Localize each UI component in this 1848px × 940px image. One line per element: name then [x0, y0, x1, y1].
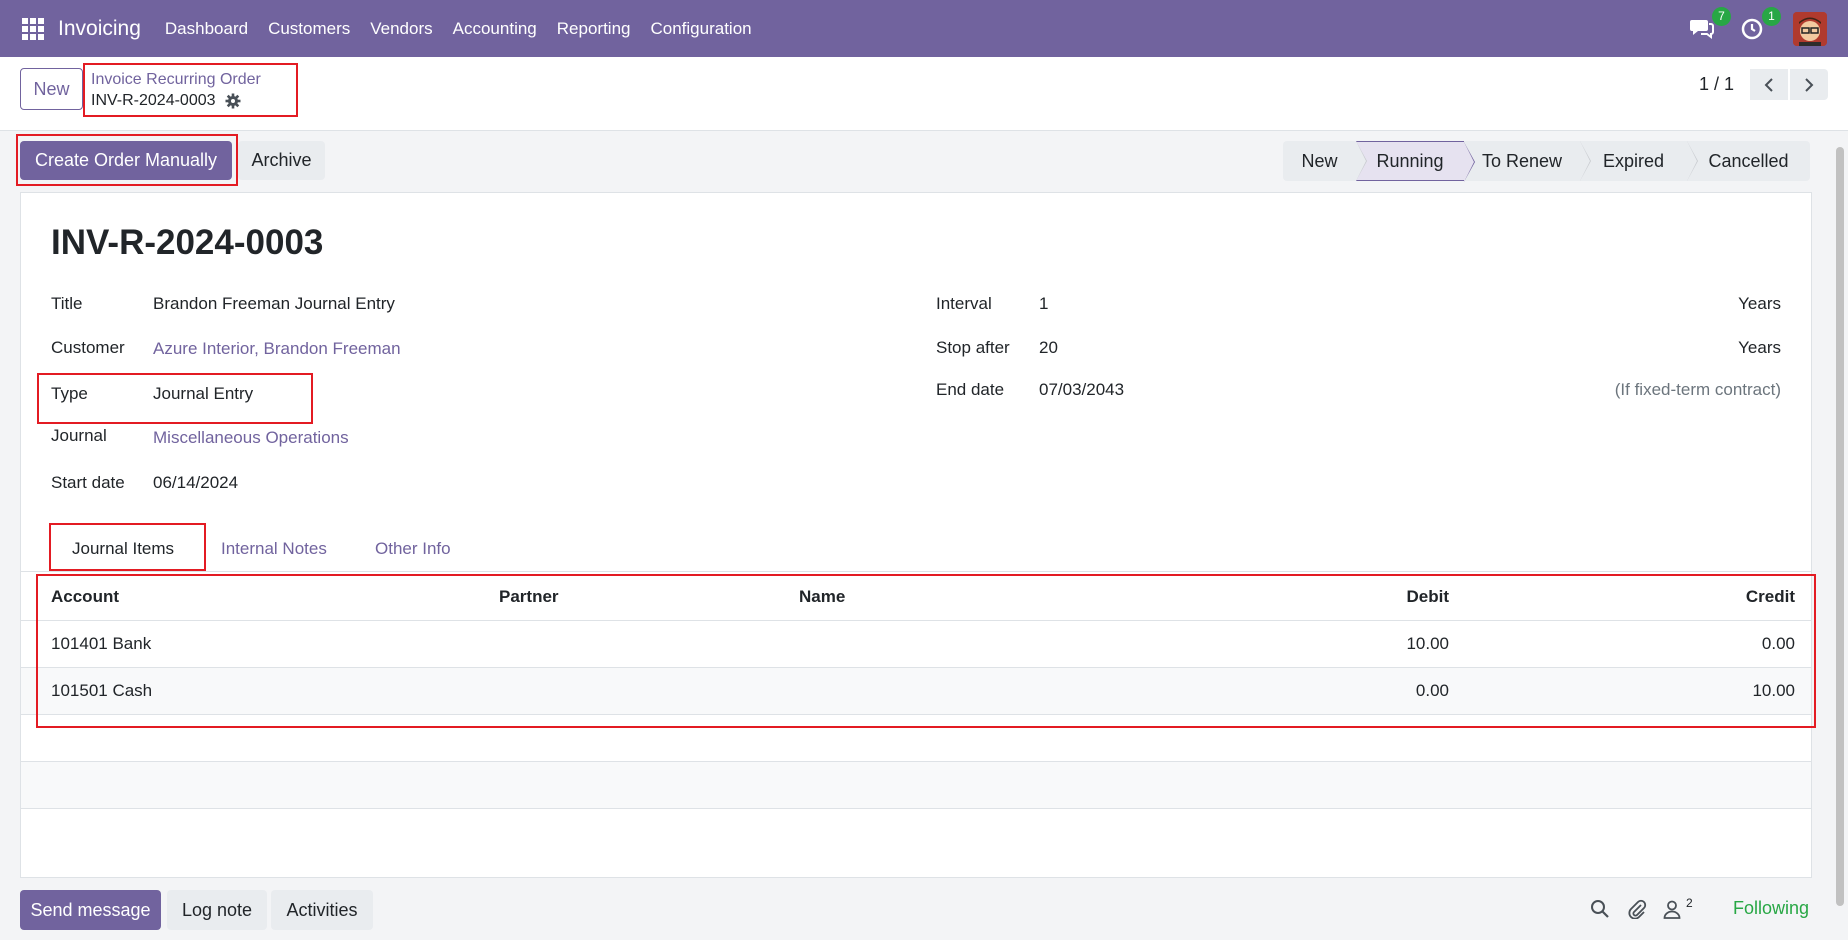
form-sheet: INV-R-2024-0003 Title Brandon Freeman Jo…	[20, 192, 1816, 878]
new-record-button[interactable]: New	[20, 68, 83, 110]
stop-after-label: Stop after	[936, 338, 1010, 357]
app-name[interactable]: Invoicing	[58, 17, 141, 41]
menu-configuration[interactable]: Configuration	[650, 19, 751, 39]
breadcrumb-current: INV-R-2024-0003	[91, 92, 296, 110]
messages-badge: 7	[1712, 6, 1731, 26]
create-order-manually-button[interactable]: Create Order Manually	[20, 141, 232, 180]
journal-items-table-highlight	[36, 574, 1816, 728]
title-label: Title	[51, 294, 83, 313]
page-scrollbar[interactable]	[1832, 131, 1848, 940]
following-button[interactable]: Following	[1733, 898, 1809, 919]
paperclip-icon[interactable]	[1627, 899, 1649, 921]
stage-expired[interactable]: Expired	[1580, 141, 1698, 181]
stage-running-label: Running	[1376, 150, 1444, 171]
followers-count: 2	[1686, 896, 1693, 910]
scrollbar-thumb[interactable]	[1836, 147, 1844, 906]
chevron-left-icon	[1764, 77, 1773, 92]
end-date-label: End date	[936, 380, 1005, 399]
messages-icon[interactable]: 7	[1689, 6, 1731, 43]
title-field[interactable]: Brandon Freeman Journal Entry	[153, 294, 395, 314]
breadcrumb-current-label: INV-R-2024-0003	[91, 92, 216, 109]
stage-new[interactable]: New	[1283, 141, 1367, 181]
end-date-field[interactable]: 07/03/2043	[1039, 380, 1124, 400]
customer-field[interactable]: Azure Interior, Brandon Freeman	[153, 339, 401, 359]
stage-to-renew-label: To Renew	[1481, 150, 1563, 171]
journal-label: Journal	[51, 426, 107, 445]
empty-row	[21, 809, 1811, 856]
activities-button[interactable]: Activities	[271, 890, 373, 930]
end-date-hint: (If fixed-term contract)	[1614, 380, 1781, 399]
menu-reporting[interactable]: Reporting	[557, 19, 631, 39]
chatter-bar: Send message Log note Activities 2 Follo…	[0, 878, 1848, 940]
stop-after-field[interactable]: 20	[1039, 338, 1058, 358]
customer-label: Customer	[51, 338, 125, 357]
tab-divider	[21, 571, 1811, 572]
journal-field[interactable]: Miscellaneous Operations	[153, 428, 349, 448]
menu-accounting[interactable]: Accounting	[453, 19, 537, 39]
log-note-button[interactable]: Log note	[167, 890, 267, 930]
send-message-button[interactable]: Send message	[20, 890, 161, 930]
stage-cancelled[interactable]: Cancelled	[1687, 141, 1810, 181]
tab-other-info[interactable]: Other Info	[375, 539, 451, 559]
type-field[interactable]: Journal Entry	[153, 384, 253, 404]
stage-to-renew[interactable]: To Renew	[1464, 141, 1591, 181]
record-title[interactable]: INV-R-2024-0003	[51, 223, 323, 263]
followers-icon[interactable]	[1662, 899, 1684, 921]
status-bar: New Running To Renew Expired Cancelled	[1283, 141, 1810, 182]
chevron-right-icon	[1805, 77, 1814, 92]
pager-value[interactable]: 1 / 1	[1699, 74, 1734, 95]
start-date-field[interactable]: 06/14/2024	[153, 473, 238, 493]
stage-cancelled-label: Cancelled	[1708, 150, 1789, 171]
pager-next-button[interactable]	[1790, 69, 1828, 100]
gear-icon[interactable]	[225, 93, 241, 109]
menu-dashboard[interactable]: Dashboard	[165, 19, 248, 39]
control-panel: New Invoice Recurring Order INV-R-2024-0…	[0, 57, 1848, 131]
interval-field[interactable]: 1	[1039, 294, 1048, 314]
top-navbar: Invoicing Dashboard Customers Vendors Ac…	[0, 0, 1848, 57]
tab-internal-notes[interactable]: Internal Notes	[221, 539, 327, 559]
archive-button[interactable]: Archive	[238, 141, 325, 180]
pager-previous-button[interactable]	[1750, 69, 1788, 100]
activities-badge: 1	[1762, 6, 1781, 26]
menu-customers[interactable]: Customers	[268, 19, 350, 39]
stage-running[interactable]: Running	[1356, 141, 1475, 182]
interval-label: Interval	[936, 294, 992, 313]
start-date-label: Start date	[51, 473, 125, 492]
stop-after-unit: Years	[1738, 338, 1781, 357]
stage-expired-label: Expired	[1602, 150, 1665, 171]
app-menu-grid-icon[interactable]	[22, 17, 44, 40]
stage-new-label: New	[1301, 150, 1338, 171]
empty-row	[21, 762, 1811, 809]
breadcrumb-parent-link[interactable]: Invoice Recurring Order	[91, 71, 296, 89]
menu-vendors[interactable]: Vendors	[370, 19, 432, 39]
user-avatar[interactable]	[1793, 11, 1827, 46]
interval-unit[interactable]: Years	[1738, 294, 1781, 314]
search-icon[interactable]	[1590, 899, 1612, 921]
type-label: Type	[51, 384, 88, 403]
breadcrumb: Invoice Recurring Order INV-R-2024-0003	[83, 63, 298, 117]
pager: 1 / 1	[1699, 69, 1828, 100]
tab-journal-items[interactable]: Journal Items	[72, 539, 174, 559]
activities-clock-icon[interactable]: 1	[1739, 6, 1781, 43]
